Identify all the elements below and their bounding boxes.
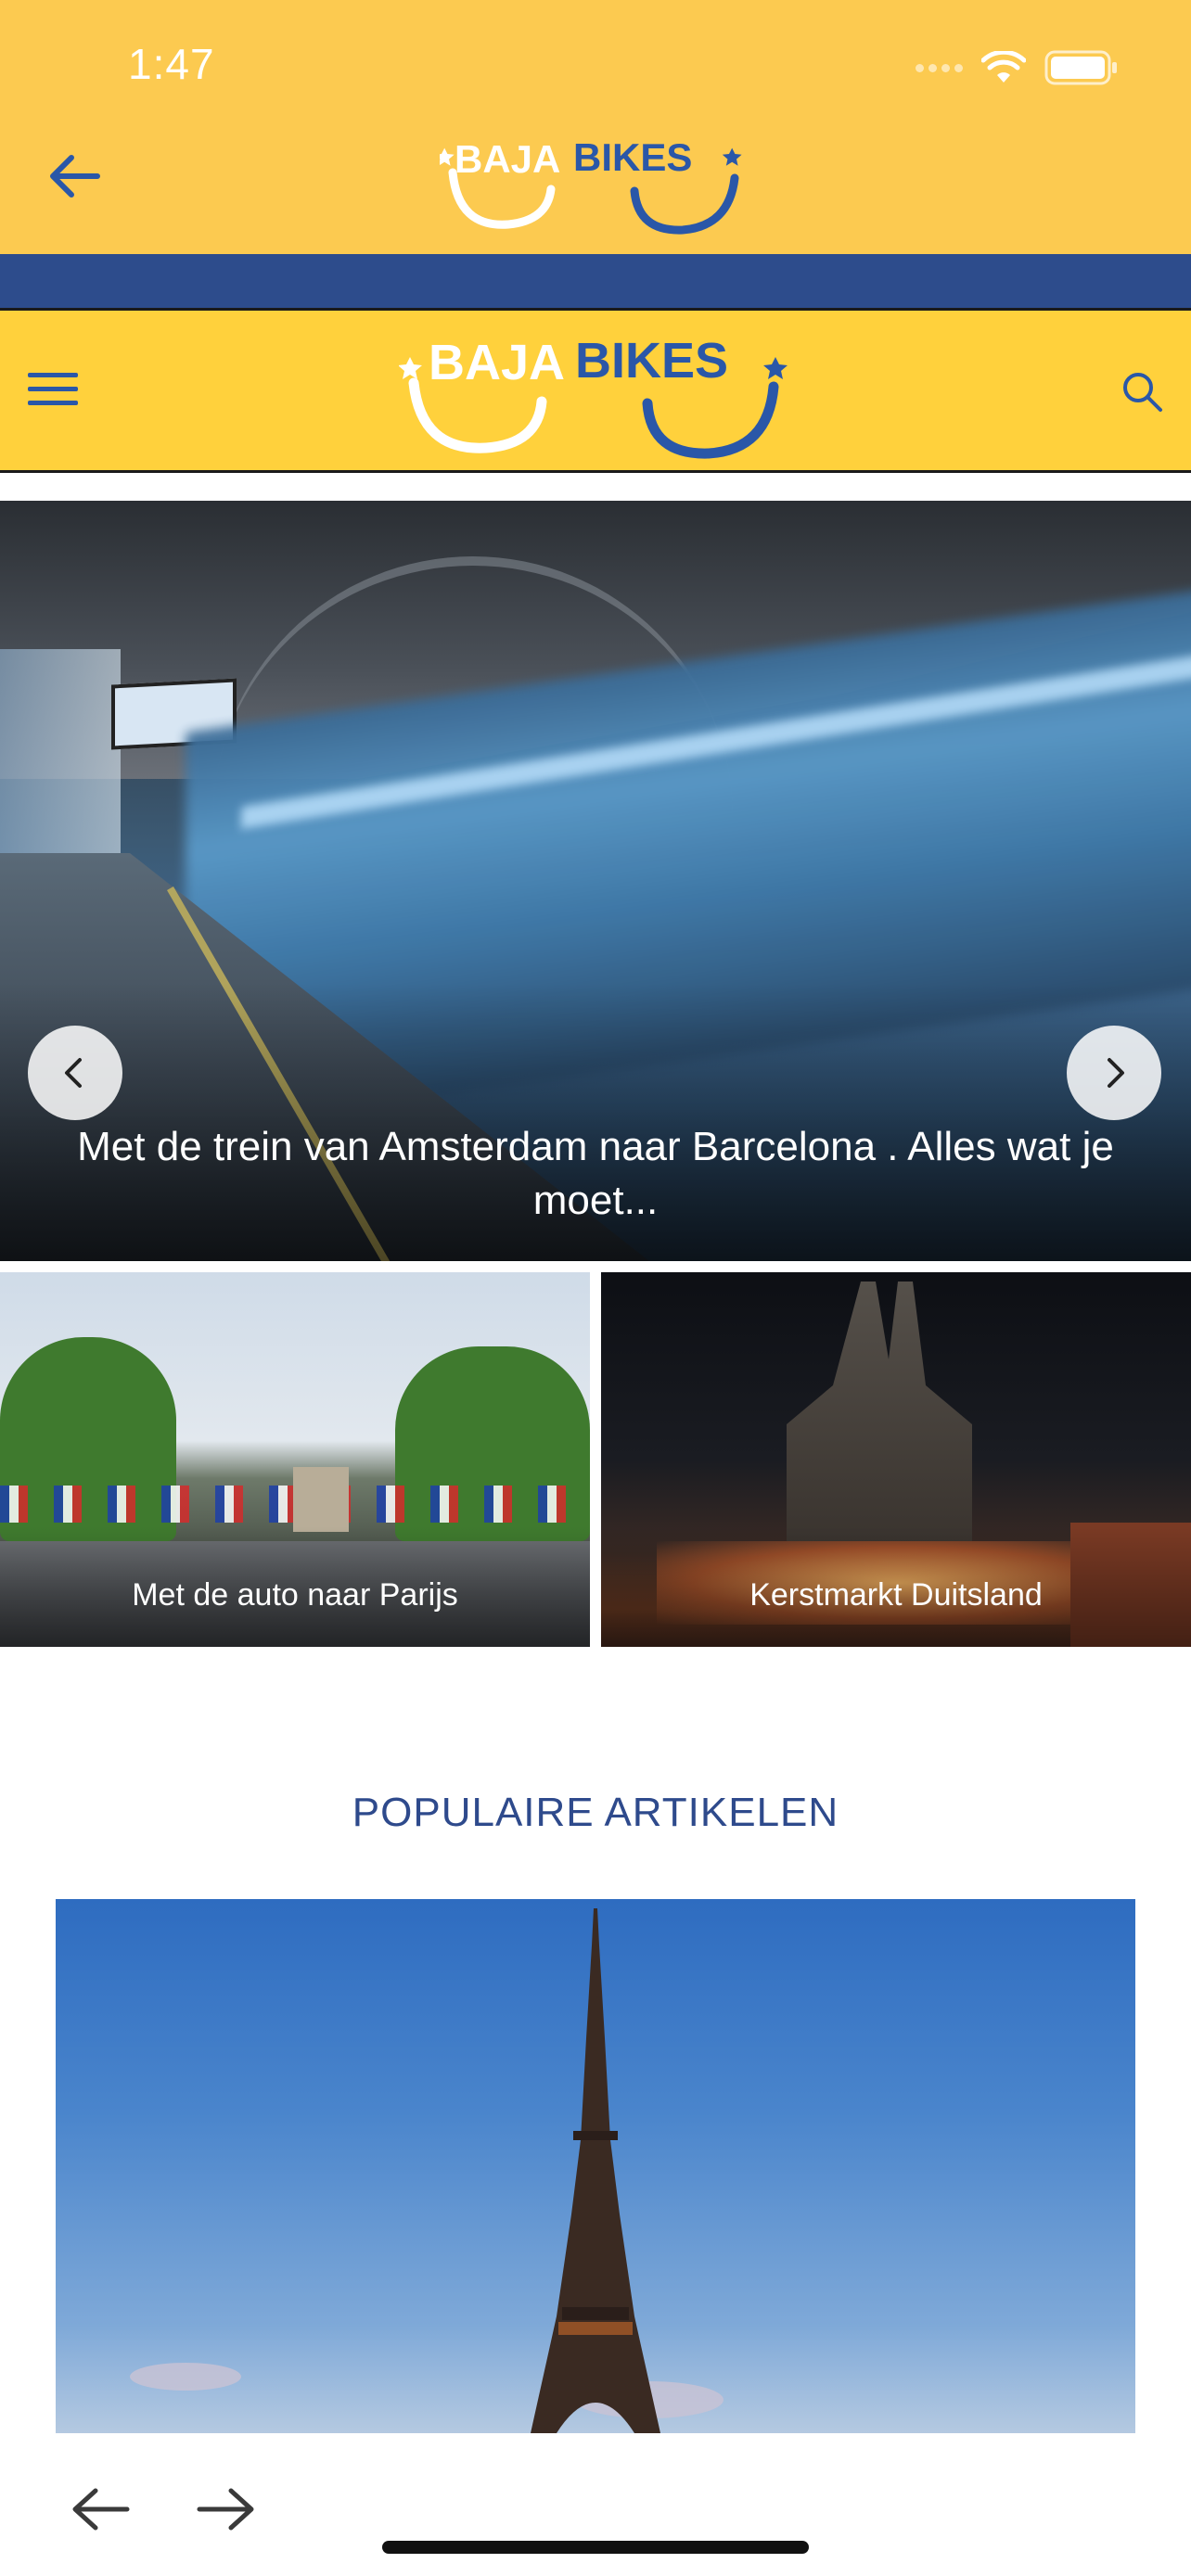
signal-icon <box>916 63 963 72</box>
article-card-kerstmarkt[interactable]: Kerstmarkt Duitsland <box>601 1272 1191 1647</box>
status-icons <box>916 45 1119 91</box>
card-title: Met de auto naar Parijs <box>132 1577 458 1613</box>
slider-next-button[interactable] <box>1067 1026 1161 1120</box>
site-logo-text-bikes: BIKES <box>575 333 728 389</box>
card-title: Kerstmarkt Duitsland <box>749 1577 1043 1613</box>
arrow-left-icon <box>50 155 100 198</box>
logo-text-baja: BAJA <box>455 137 560 181</box>
cloud <box>130 2363 241 2391</box>
menu-button[interactable] <box>20 357 85 422</box>
article-card-paris[interactable]: Met de auto naar Parijs <box>0 1272 590 1647</box>
search-button[interactable] <box>1109 359 1174 424</box>
status-time: 1:47 <box>128 40 215 88</box>
arrow-right-icon <box>197 2488 254 2531</box>
card-image-cathedral <box>787 1282 972 1541</box>
battery-icon <box>1044 50 1117 85</box>
eiffel-tower-image <box>531 1908 660 2433</box>
chevron-right-icon <box>1108 1058 1124 1088</box>
browser-back-button[interactable] <box>65 2481 135 2537</box>
arrow-left-icon <box>72 2488 130 2531</box>
home-indicator[interactable] <box>382 2541 809 2554</box>
section-title: POPULAIRE ARTIKELEN <box>352 1790 839 1835</box>
bajabikes-logo: BAJA BIKES <box>440 135 742 235</box>
hamburger-menu-icon <box>28 373 78 405</box>
back-button[interactable] <box>37 139 111 213</box>
search-icon <box>1123 373 1162 412</box>
slider-prev-button[interactable] <box>28 1026 122 1120</box>
app-header: 1:47 BAJA BIKES <box>0 0 1191 254</box>
wifi-icon <box>981 51 1026 83</box>
card-image-arc <box>293 1467 349 1532</box>
hero-caption[interactable]: Met de trein van Amsterdam naar Barcelon… <box>19 1120 1172 1228</box>
site-header: BAJA BIKES <box>0 308 1191 473</box>
site-logo-text-baja: BAJA <box>429 335 565 390</box>
popular-article-image[interactable] <box>56 1899 1135 2433</box>
logo-text-bikes: BIKES <box>573 135 692 179</box>
chevron-left-icon <box>65 1058 82 1088</box>
site-logo[interactable]: BAJA BIKES <box>399 329 798 459</box>
brand-band <box>0 254 1191 308</box>
browser-forward-button[interactable] <box>191 2481 262 2537</box>
